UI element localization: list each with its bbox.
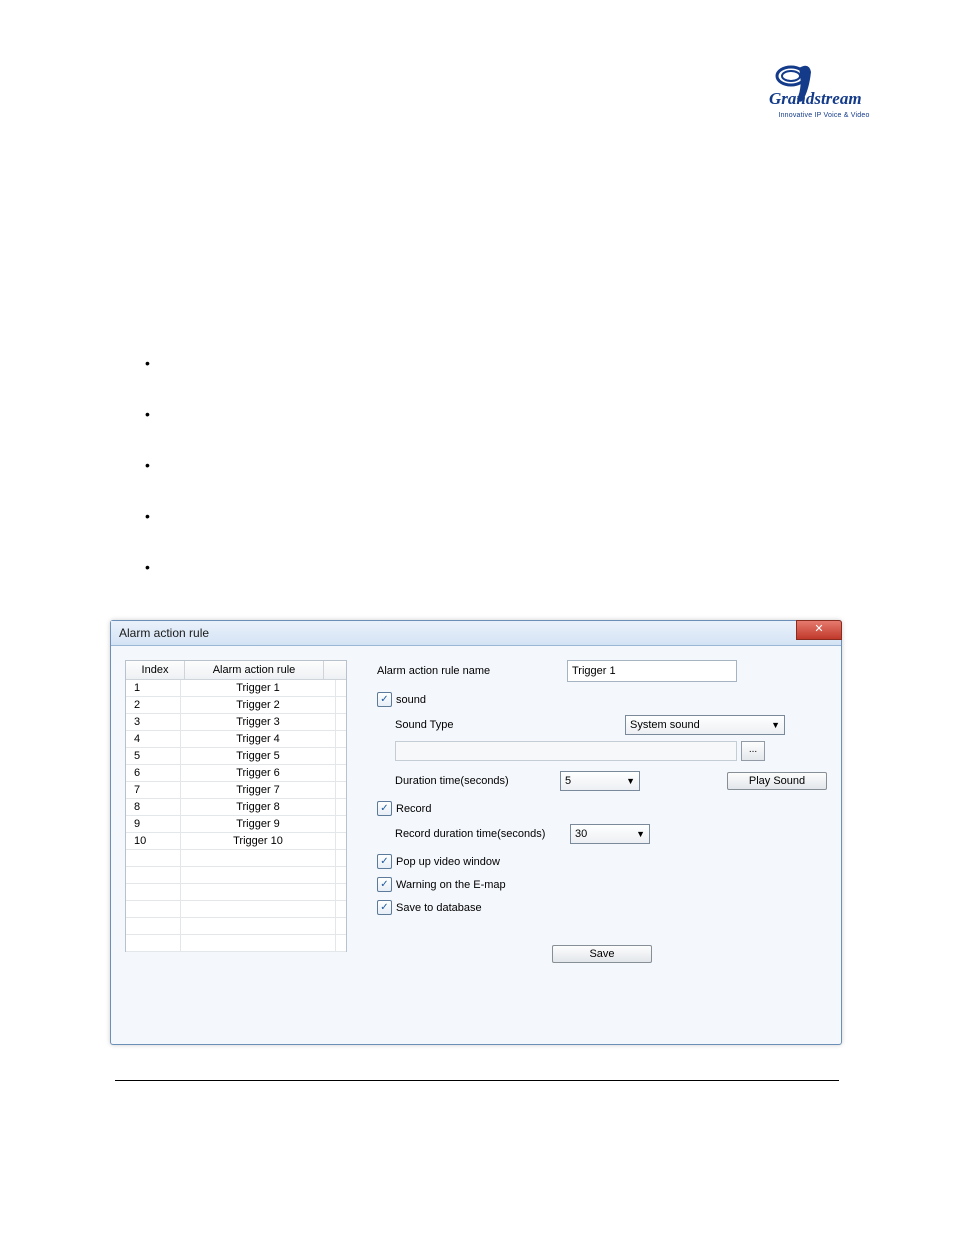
table-row[interactable]: 7Trigger 7	[126, 782, 346, 799]
table-row[interactable]: 4Trigger 4	[126, 731, 346, 748]
table-row[interactable]: 8Trigger 8	[126, 799, 346, 816]
sound-type-select[interactable]: System sound ▼	[625, 715, 785, 735]
sound-path-field	[395, 741, 737, 761]
play-sound-button[interactable]: Play Sound	[727, 772, 827, 790]
col-header-rule: Alarm action rule	[185, 661, 324, 679]
rule-list-table[interactable]: Index Alarm action rule 1Trigger 1 2Trig…	[125, 660, 347, 952]
duration-select[interactable]: 5 ▼	[560, 771, 640, 791]
record-checkbox[interactable]: ✓	[377, 801, 392, 816]
warning-emap-checkbox-label: Warning on the E-map	[396, 879, 506, 891]
chevron-down-icon: ▼	[626, 776, 635, 786]
table-row	[126, 901, 346, 918]
bullet-item	[145, 559, 160, 575]
rule-name-input[interactable]	[567, 660, 737, 682]
table-row[interactable]: 9Trigger 9	[126, 816, 346, 833]
svg-text:Grandstream: Grandstream	[769, 89, 862, 108]
bullet-item	[145, 406, 160, 422]
bullet-item	[145, 508, 160, 524]
table-row[interactable]: 6Trigger 6	[126, 765, 346, 782]
dialog-title: Alarm action rule	[119, 626, 209, 640]
dialog-titlebar: Alarm action rule ✕	[111, 621, 841, 646]
browse-button[interactable]: ...	[741, 741, 765, 761]
record-checkbox-label: Record	[396, 803, 431, 815]
bullet-item	[145, 355, 160, 371]
table-row[interactable]: 10Trigger 10	[126, 833, 346, 850]
table-row	[126, 935, 346, 952]
col-header-index: Index	[126, 661, 185, 679]
sound-type-label: Sound Type	[395, 719, 625, 731]
save-db-checkbox-label: Save to database	[396, 902, 482, 914]
close-button[interactable]: ✕	[796, 620, 842, 640]
table-row[interactable]: 1Trigger 1	[126, 680, 346, 697]
record-duration-label: Record duration time(seconds)	[395, 828, 570, 840]
record-duration-select[interactable]: 30 ▼	[570, 824, 650, 844]
popup-checkbox[interactable]: ✓	[377, 854, 392, 869]
rule-form: Alarm action rule name ✓ sound Sound Typ…	[347, 660, 827, 1030]
warning-emap-checkbox[interactable]: ✓	[377, 877, 392, 892]
close-icon: ✕	[814, 623, 823, 635]
table-row[interactable]: 3Trigger 3	[126, 714, 346, 731]
chevron-down-icon: ▼	[771, 720, 780, 730]
bullet-list	[145, 355, 160, 610]
rule-name-label: Alarm action rule name	[377, 665, 567, 677]
table-row[interactable]: 2Trigger 2	[126, 697, 346, 714]
sound-checkbox-label: sound	[396, 694, 426, 706]
table-row	[126, 918, 346, 935]
alarm-action-rule-dialog: Alarm action rule ✕ Index Alarm action r…	[110, 620, 842, 1045]
save-button[interactable]: Save	[552, 945, 652, 963]
sound-checkbox[interactable]: ✓	[377, 692, 392, 707]
table-row	[126, 867, 346, 884]
brand-tagline: Innovative IP Voice & Video	[764, 112, 884, 119]
duration-label: Duration time(seconds)	[395, 775, 560, 787]
chevron-down-icon: ▼	[636, 829, 645, 839]
bullet-item	[145, 457, 160, 473]
save-db-checkbox[interactable]: ✓	[377, 900, 392, 915]
table-row[interactable]: 5Trigger 5	[126, 748, 346, 765]
table-row	[126, 884, 346, 901]
popup-checkbox-label: Pop up video window	[396, 856, 500, 868]
brand-logo: Grandstream Innovative IP Voice & Video	[764, 60, 884, 119]
horizontal-rule	[115, 1080, 839, 1081]
table-row	[126, 850, 346, 867]
